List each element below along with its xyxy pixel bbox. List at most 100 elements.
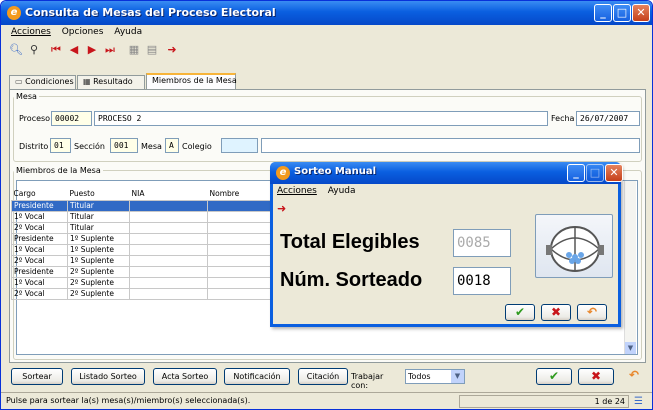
chevron-down-icon: ▼ — [451, 370, 464, 383]
dialog-menu-bar: Acciones Ayuda — [273, 186, 364, 200]
distrito-field[interactable]: 01 — [50, 138, 71, 153]
check-icon: ✔ — [548, 369, 560, 383]
grid-icon: ▦ — [83, 77, 91, 86]
colegio-code-field[interactable] — [221, 138, 258, 153]
menu-opciones[interactable]: Opciones — [62, 27, 104, 37]
table-row[interactable]: 2º Vocal 1º Suplente — [11, 254, 288, 267]
cell-nia — [129, 287, 208, 300]
undo-button[interactable]: ↶ — [620, 368, 648, 385]
cell-puesto: 1º Suplente — [67, 232, 130, 245]
table-row[interactable]: Presidente Titular — [11, 199, 288, 212]
lottery-drum-button[interactable] — [535, 214, 613, 278]
lottery-drum-icon — [546, 226, 604, 272]
mesa-label: Mesa — [141, 142, 162, 151]
num-sorteado-label: Núm. Sorteado — [280, 269, 423, 291]
dialog-close-button[interactable]: ✕ — [605, 164, 623, 182]
menu-ayuda[interactable]: Ayuda — [114, 27, 142, 37]
proceso-label: Proceso — [19, 114, 51, 123]
proceso-name-field[interactable]: PROCESO 2 — [94, 111, 548, 126]
cell-nia — [129, 199, 208, 212]
col-nia[interactable]: NIA — [130, 188, 208, 200]
trabajar-select[interactable]: Todos ▼ — [405, 369, 465, 384]
table-row[interactable]: Presidente 1º Suplente — [11, 232, 288, 245]
cancel-button[interactable]: ✖ — [578, 368, 614, 385]
cell-puesto: 2º Suplente — [67, 287, 130, 300]
table-row[interactable]: 2º Vocal 2º Suplente — [11, 287, 288, 300]
listado-sorteo-button[interactable]: Listado Sorteo — [71, 368, 145, 385]
dialog-title-bar[interactable]: e Sorteo Manual _ □ ✕ — [270, 162, 623, 184]
next-record-icon[interactable]: ▶ — [85, 43, 99, 57]
table-row[interactable]: 1º Vocal Titular — [11, 210, 288, 223]
window-title: Consulta de Mesas del Proceso Electoral — [25, 6, 276, 19]
condiciones-icon: ▭ — [15, 77, 23, 86]
cell-puesto: 2º Suplente — [67, 276, 130, 289]
status-bar: Pulse para sortear la(s) mesa(s)/miembro… — [1, 392, 652, 409]
sortear-button[interactable]: Sortear — [11, 368, 63, 385]
close-button[interactable]: ✕ — [632, 4, 650, 22]
dialog-accept-button[interactable]: ✔ — [505, 304, 535, 321]
dialog-title: Sorteo Manual — [294, 166, 377, 177]
x-icon: ✖ — [590, 369, 602, 383]
dialog-cancel-button[interactable]: ✖ — [541, 304, 571, 321]
col-cargo[interactable]: Cargo — [12, 188, 68, 200]
dialog-menu-ayuda[interactable]: Ayuda — [328, 186, 356, 196]
search-icon[interactable]: 🔍︎ — [9, 43, 23, 57]
dialog-menu-acciones[interactable]: Acciones — [277, 186, 317, 196]
proceso-code-field[interactable]: 00002 — [51, 111, 92, 126]
table-header: Cargo Puesto NIA Nombre — [12, 188, 288, 200]
last-record-icon[interactable]: ⏭ — [103, 43, 117, 57]
col-puesto[interactable]: Puesto — [68, 188, 130, 200]
cell-nia — [129, 265, 208, 278]
table-row[interactable]: 2º Vocal Titular — [11, 221, 288, 234]
exit-icon[interactable]: ➜ — [165, 43, 179, 57]
fecha-label: Fecha — [551, 114, 575, 123]
dialog-exit-icon[interactable]: ➜ — [277, 202, 286, 215]
tab-condiciones-label: Condiciones — [25, 77, 74, 86]
table-scrollbar[interactable]: ▼ — [624, 181, 636, 354]
table-row[interactable]: Presidente 2º Suplente — [11, 265, 288, 278]
dialog-minimize-button[interactable]: _ — [567, 164, 585, 182]
num-sorteado-field: 0018 — [453, 267, 511, 295]
undo-icon: ↶ — [628, 368, 640, 382]
cell-cargo: Presidente — [11, 265, 68, 278]
mesa-field[interactable]: A — [165, 138, 179, 153]
acta-sorteo-button[interactable]: Acta Sorteo — [153, 368, 217, 385]
maximize-button[interactable]: □ — [613, 4, 631, 22]
minimize-button[interactable]: _ — [594, 4, 612, 22]
menu-acciones[interactable]: Acciones — [11, 27, 51, 37]
scroll-down-icon[interactable]: ▼ — [625, 342, 636, 354]
colegio-name-field[interactable] — [261, 138, 640, 153]
citacion-button[interactable]: Citación — [298, 368, 348, 385]
print-icon[interactable]: ▤ — [145, 43, 159, 57]
notificacion-button[interactable]: Notificación — [224, 368, 290, 385]
menu-bar: Acciones Opciones Ayuda — [1, 27, 150, 41]
table-row[interactable]: 1º Vocal 1º Suplente — [11, 243, 288, 256]
dialog-undo-button[interactable]: ↶ — [577, 304, 607, 321]
total-elegibles-field: 0085 — [453, 229, 511, 257]
first-record-icon[interactable]: ⏮ — [49, 43, 63, 57]
distrito-label: Distrito — [19, 142, 49, 151]
tab-condiciones[interactable]: ▭ Condiciones — [9, 75, 76, 90]
previous-record-icon[interactable]: ◀ — [67, 43, 81, 57]
tab-miembros-label: Miembros de la Mesa — [152, 76, 237, 85]
cell-nia — [129, 232, 208, 245]
dialog-maximize-button[interactable]: □ — [586, 164, 604, 182]
navigator-icon[interactable]: ☰ — [634, 395, 647, 408]
binoculars-icon[interactable]: ⚲ — [27, 43, 41, 57]
undo-icon: ↶ — [586, 305, 598, 319]
tab-resultado[interactable]: ▦ Resultado — [77, 75, 145, 90]
table-row[interactable]: 1º Vocal 2º Suplente — [11, 276, 288, 289]
seccion-field[interactable]: 001 — [110, 138, 138, 153]
title-bar[interactable]: e Consulta de Mesas del Proceso Electora… — [1, 1, 652, 25]
accept-button[interactable]: ✔ — [536, 368, 572, 385]
seccion-label: Sección — [74, 142, 105, 151]
sorteo-dialog: e Sorteo Manual _ □ ✕ Acciones Ayuda ➜ T… — [270, 162, 623, 327]
cell-puesto: 2º Suplente — [67, 265, 130, 278]
cell-cargo: Presidente — [11, 232, 68, 245]
dialog-app-icon: e — [276, 166, 290, 180]
fecha-field[interactable]: 26/07/2007 — [576, 111, 640, 126]
cell-cargo: 1º Vocal — [11, 243, 68, 256]
total-elegibles-label: Total Elegibles — [280, 231, 420, 253]
trabajar-label: Trabajar con: — [351, 372, 384, 390]
copy-icon[interactable]: ▦ — [127, 43, 141, 57]
